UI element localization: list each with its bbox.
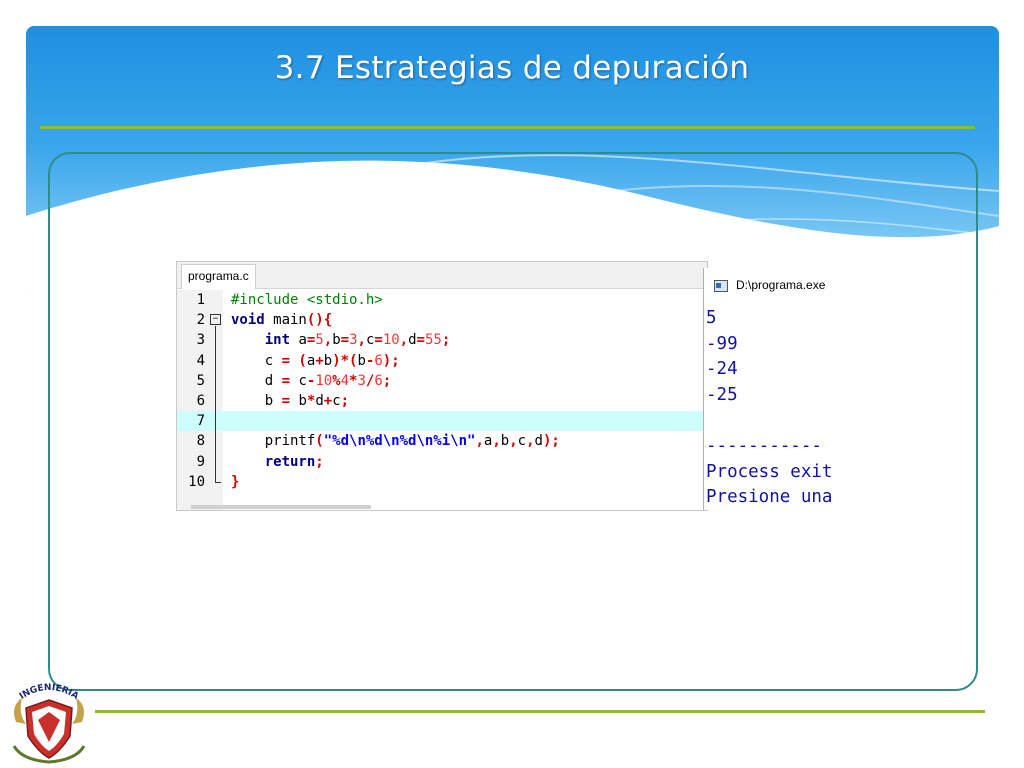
console-output-line: -----------: [706, 436, 822, 456]
code-text: int a=5,b=3,c=10,d=55;: [264, 332, 451, 349]
logo-text: INGENIERIA: [18, 683, 80, 702]
code-line[interactable]: 2 void main(){−: [177, 310, 707, 330]
line-number: 9: [196, 453, 205, 470]
line-number: 1: [196, 292, 205, 308]
console-output-line: -25: [706, 384, 738, 405]
code-line[interactable]: 6 b = b*d+c;: [177, 391, 707, 411]
code-line[interactable]: 3 int a=5,b=3,c=10,d=55;: [177, 330, 707, 350]
code-line[interactable]: 8 printf("%d\n%d\n%d\n%i\n",a,b,c,d);: [177, 431, 707, 451]
code-text: void main(){: [231, 312, 333, 329]
console-title: D:\programa.exe: [736, 278, 826, 292]
line-number: 2: [196, 312, 205, 329]
code-text: return;: [264, 453, 324, 470]
line-number: 8: [196, 433, 205, 450]
line-number: 7: [196, 413, 205, 430]
editor-tab-bar: programa.c: [177, 262, 707, 289]
console-output-line: -99: [706, 333, 738, 354]
code-text: #include <stdio.h>: [231, 292, 383, 308]
tab-programa-c[interactable]: programa.c: [181, 264, 256, 289]
code-text: d = c-10%4*3/6;: [231, 372, 392, 389]
fold-guide: [215, 326, 216, 482]
code-text: c = (a+b)*(b-6);: [231, 352, 400, 369]
code-editor: programa.c 1 #include <stdio.h> 2 void main…: [176, 261, 708, 511]
code-line[interactable]: 5 d = c-10%4*3/6;: [177, 371, 707, 391]
code-text: }: [231, 473, 240, 490]
footer-divider: [95, 710, 985, 713]
console-output-line: 5: [706, 308, 717, 328]
fold-toggle-icon[interactable]: −: [210, 314, 221, 326]
console-output-line: Presione una: [706, 487, 833, 508]
console-output-line: -24: [706, 359, 738, 380]
console-window-icon: [714, 280, 728, 292]
code-line[interactable]: 7: [177, 411, 707, 432]
code-area[interactable]: 1 #include <stdio.h> 2 void main(){−3 int a…: [177, 290, 707, 510]
line-number: 5: [196, 372, 205, 389]
code-line[interactable]: 9 return;: [177, 452, 707, 472]
unam-ingenieria-crest-icon: INGENIERIA: [12, 683, 86, 764]
console-title-bar: D:\programa.exe: [704, 268, 850, 302]
title-divider: [40, 126, 975, 129]
code-line[interactable]: 4 c = (a+b)*(b-6);: [177, 351, 707, 371]
line-number: 3: [196, 332, 205, 349]
code-text: printf("%d\n%d\n%d\n%i\n",a,b,c,d);: [231, 433, 560, 450]
console-output-line: Process exit: [706, 461, 833, 482]
horizontal-scrollbar[interactable]: [191, 505, 371, 509]
slide-title: 3.7 Estrategias de depuración: [274, 50, 750, 86]
line-number: 6: [196, 393, 205, 409]
line-number: 4: [196, 352, 205, 369]
svg-text:INGENIERIA: INGENIERIA: [18, 683, 80, 702]
console-window: D:\programa.exe 5 -99 -24 -25 ----------- Pro…: [703, 268, 850, 510]
code-line[interactable]: 10}: [177, 472, 707, 492]
code-line[interactable]: 1 #include <stdio.h>: [177, 290, 707, 310]
line-number: 10: [188, 473, 205, 490]
fold-guide-end: [215, 481, 221, 483]
code-text: b = b*d+c;: [231, 393, 350, 409]
